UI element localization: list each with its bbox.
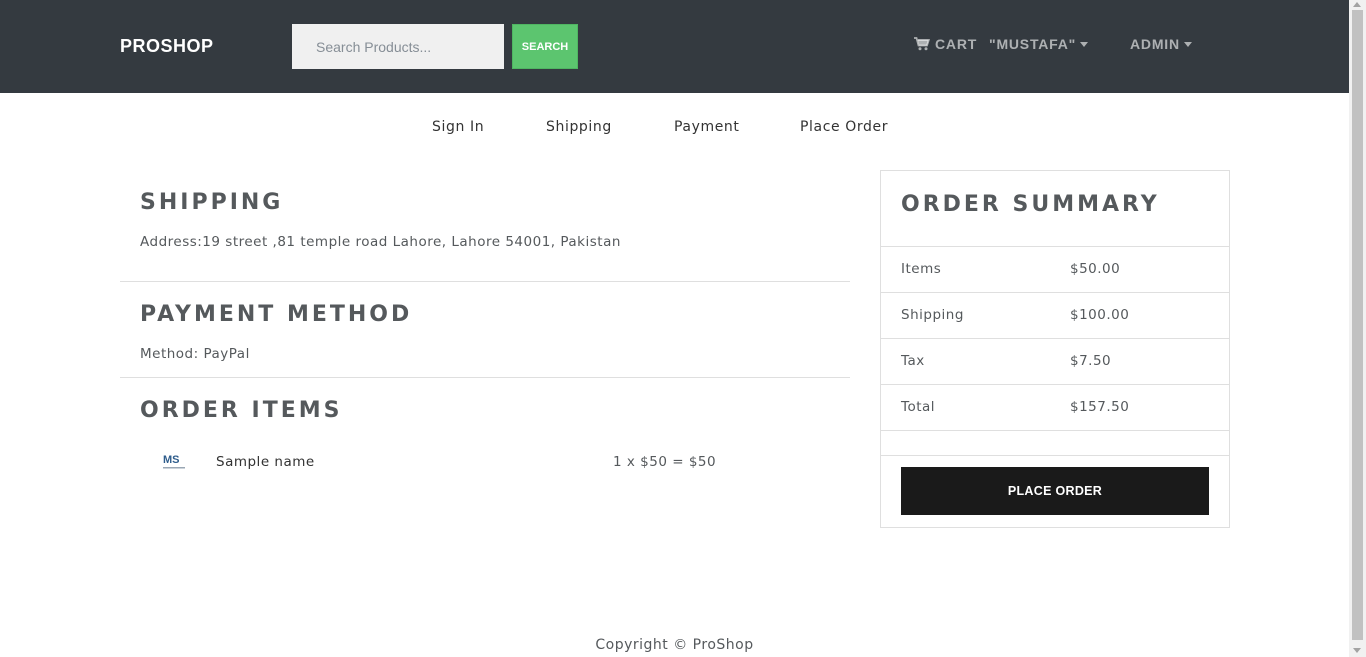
- search-input[interactable]: [292, 24, 504, 69]
- payment-method: Method: PayPal: [140, 346, 250, 362]
- summary-row-tax: Tax $7.50: [881, 338, 1229, 384]
- shipping-address: Address:19 street ,81 temple road Lahore…: [140, 234, 621, 250]
- product-price-line: 1 x $50 = $50: [613, 454, 717, 470]
- search-button[interactable]: SEARCH: [512, 24, 578, 69]
- summary-label: Items: [901, 261, 942, 277]
- cart-label: CART: [935, 36, 978, 52]
- summary-label: Tax: [901, 353, 925, 369]
- scrollbar-thumb[interactable]: [1352, 10, 1363, 640]
- navbar: PROSHOP SEARCH CART "MUSTAFA" ADMIN: [0, 0, 1349, 93]
- divider: [120, 281, 850, 282]
- user-menu-dropdown[interactable]: "MUSTAFA": [989, 36, 1089, 52]
- brand-logo[interactable]: PROSHOP: [120, 36, 214, 57]
- product-image[interactable]: MS: [160, 451, 188, 473]
- step-place-order[interactable]: Place Order: [800, 119, 888, 135]
- admin-label: ADMIN: [1130, 36, 1180, 52]
- step-sign-in[interactable]: Sign In: [432, 119, 484, 135]
- scroll-down-arrow-icon[interactable]: [1353, 648, 1361, 653]
- product-name-link[interactable]: Sample name: [216, 454, 315, 470]
- shipping-heading: SHIPPING: [140, 190, 284, 215]
- summary-row-empty: [881, 430, 1229, 455]
- order-summary-heading: ORDER SUMMARY: [901, 192, 1160, 217]
- summary-value: $50.00: [1070, 261, 1121, 277]
- step-payment[interactable]: Payment: [674, 119, 740, 135]
- caret-down-icon: [1080, 42, 1089, 47]
- summary-row-items: Items $50.00: [881, 246, 1229, 292]
- place-order-button[interactable]: PLACE ORDER: [901, 467, 1209, 515]
- step-shipping[interactable]: Shipping: [546, 119, 612, 135]
- shopping-cart-icon: [914, 37, 930, 51]
- caret-down-icon: [1183, 42, 1192, 47]
- summary-value: $157.50: [1070, 399, 1130, 415]
- summary-row-total: Total $157.50: [881, 384, 1229, 430]
- divider: [120, 377, 850, 378]
- user-name-label: "MUSTAFA": [989, 36, 1077, 52]
- admin-menu-dropdown[interactable]: ADMIN: [1130, 36, 1192, 52]
- scroll-up-arrow-icon[interactable]: [1353, 2, 1361, 7]
- summary-value: $7.50: [1070, 353, 1112, 369]
- order-summary-card: ORDER SUMMARY Items $50.00 Shipping $100…: [880, 170, 1230, 528]
- summary-label: Total: [901, 399, 936, 415]
- cart-link[interactable]: CART: [914, 36, 977, 52]
- summary-label: Shipping: [901, 307, 964, 323]
- summary-row-shipping: Shipping $100.00: [881, 292, 1229, 338]
- product-logo-text: MS: [163, 454, 180, 466]
- payment-heading: PAYMENT METHOD: [140, 302, 413, 327]
- footer-copyright: Copyright © ProShop: [595, 637, 754, 653]
- order-items-heading: ORDER ITEMS: [140, 398, 343, 423]
- summary-value: $100.00: [1070, 307, 1130, 323]
